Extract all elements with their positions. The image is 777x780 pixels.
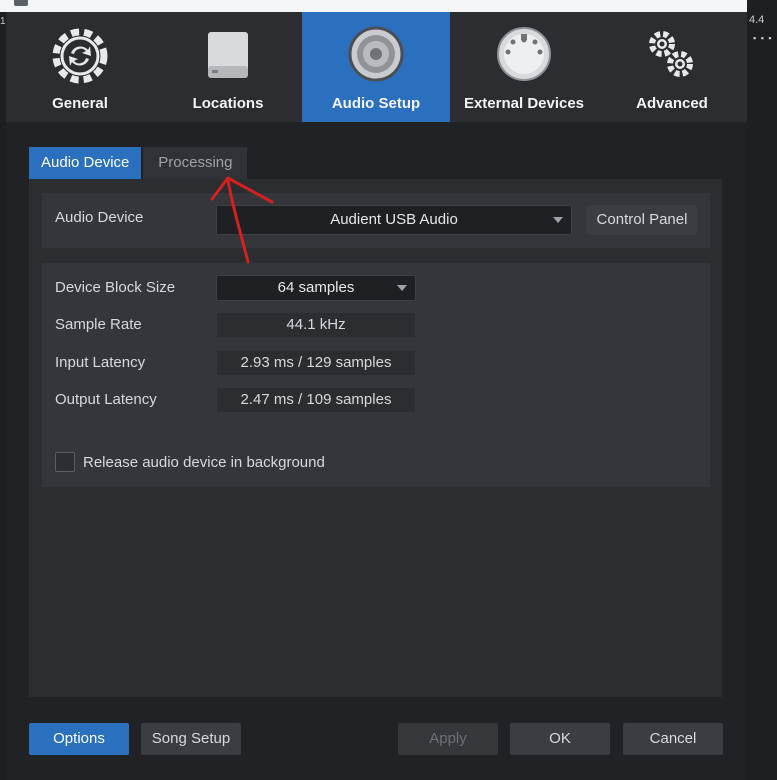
left-edge-text: 1 (0, 16, 6, 27)
sample-rate-value: 44.1 kHz (217, 313, 415, 337)
output-latency-value: 2.47 ms / 109 samples (217, 388, 415, 412)
control-panel-button[interactable]: Control Panel (587, 205, 697, 235)
preferences-content: Audio Device Processing Audio Device Aud… (6, 122, 747, 780)
right-edge-text: 4.4 (749, 14, 765, 26)
chevron-down-icon (397, 285, 407, 291)
release-device-checkbox[interactable] (55, 452, 75, 472)
right-edge-dots: ▪ ▪ ▪ (753, 33, 773, 43)
toolbar-general-label: General (52, 95, 108, 112)
release-device-label: Release audio device in background (83, 454, 325, 471)
hard-drive-icon (208, 32, 248, 78)
audio-device-label: Audio Device (55, 209, 144, 226)
tab-processing[interactable]: Processing (143, 147, 248, 179)
sample-rate-label: Sample Rate (55, 316, 142, 333)
toolbar-advanced[interactable]: Advanced (598, 12, 746, 122)
block-size-label: Device Block Size (55, 279, 176, 296)
block-size-select[interactable]: 64 samples (216, 275, 416, 301)
block-size-value: 64 samples (277, 279, 355, 296)
background-window-strip (0, 0, 747, 12)
audio-device-panel: Audio Device Audient USB Audio Control P… (29, 179, 722, 697)
tab-audio-device[interactable]: Audio Device (29, 147, 142, 179)
app-icon (14, 0, 28, 6)
midi-port-icon (497, 27, 551, 81)
toolbar-audio-setup-label: Audio Setup (331, 95, 421, 112)
input-latency-value: 2.93 ms / 129 samples (217, 351, 415, 375)
apply-button[interactable]: Apply (398, 723, 498, 755)
input-latency-label: Input Latency (55, 354, 146, 371)
cancel-button[interactable]: Cancel (623, 723, 723, 755)
toolbar-external-devices[interactable]: External Devices (450, 12, 598, 122)
song-setup-button[interactable]: Song Setup (141, 723, 241, 755)
audio-device-value: Audient USB Audio (330, 211, 458, 228)
gears-icon (649, 31, 693, 77)
ok-button[interactable]: OK (510, 723, 610, 755)
subtab-bar: Audio Device Processing (29, 147, 248, 179)
audio-device-row: Audio Device Audient USB Audio Control P… (42, 193, 710, 248)
output-latency-label: Output Latency (55, 391, 157, 408)
audio-device-select[interactable]: Audient USB Audio (216, 205, 572, 235)
device-settings-group: Device Block Size 64 samples Sample Rate… (42, 263, 710, 487)
toolbar-audio-setup[interactable]: Audio Setup (302, 12, 450, 122)
sync-gear-icon (52, 28, 108, 84)
preferences-toolbar: General Locations Audio Setup External D… (6, 12, 747, 122)
options-button[interactable]: Options (29, 723, 129, 755)
toolbar-external-devices-label: External Devices (463, 95, 585, 112)
toolbar-advanced-label: Advanced (636, 95, 708, 112)
toolbar-locations[interactable]: Locations (154, 12, 302, 122)
speaker-icon (348, 26, 404, 82)
right-edge: 4.4 ▪ ▪ ▪ (747, 0, 777, 780)
chevron-down-icon (553, 217, 563, 223)
toolbar-locations-label: Locations (192, 95, 264, 112)
toolbar-general[interactable]: General (6, 12, 154, 122)
